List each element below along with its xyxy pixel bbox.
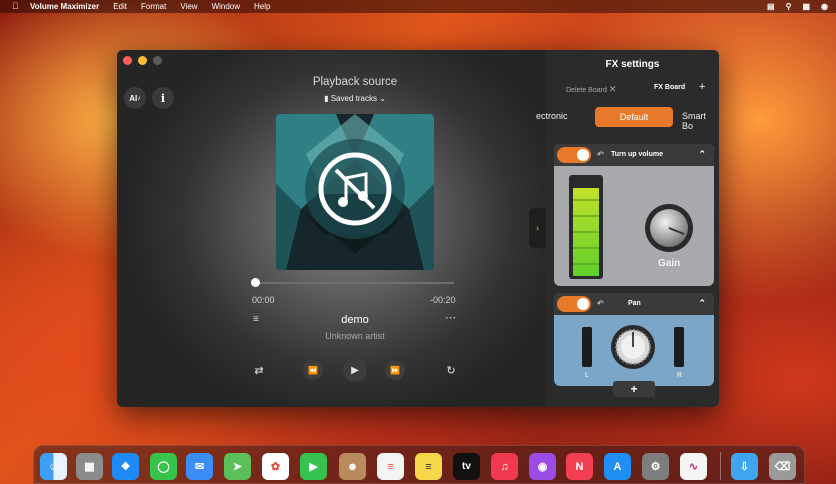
photos-icon[interactable]: ✿ — [262, 453, 289, 480]
track-title: demo — [341, 314, 369, 326]
zoom-window-button[interactable] — [153, 56, 162, 65]
system-settings-icon[interactable]: ⚙ — [642, 453, 669, 480]
facetime-icon[interactable]: ▶ — [300, 453, 327, 480]
downloads-icon[interactable]: ⇩ — [731, 453, 758, 480]
play-button[interactable]: ▶ — [343, 358, 367, 382]
volume-enable-toggle[interactable] — [557, 147, 591, 163]
fx-settings-panel: FX settings Delete Board ✕ FX Board + ec… — [536, 50, 719, 407]
chevron-up-icon[interactable]: ⌃ — [698, 298, 706, 309]
minimize-window-button[interactable] — [138, 56, 147, 65]
menu-bar:  Volume Maximizer Edit Format View Wind… — [0, 0, 836, 13]
pan-fx-card: ↶ Pan ⌃ L R — [554, 293, 714, 386]
pan-right-label: R — [677, 372, 683, 379]
volume-card-header: ↶ Turn up volume ⌃ — [554, 144, 714, 166]
volume-fx-card: ↶ Turn up volume ⌃ Gain — [554, 144, 714, 286]
menu-window[interactable]: Window — [212, 2, 240, 11]
board-tabs: Delete Board ✕ FX Board + — [546, 81, 719, 96]
menu-view[interactable]: View — [180, 2, 197, 11]
keyboard-status-icon[interactable]: ▤ — [767, 2, 775, 11]
time-remaining: -00:20 — [430, 295, 456, 305]
notes-icon[interactable]: ≡ — [415, 453, 442, 480]
contacts-icon[interactable]: ☻ — [339, 453, 366, 480]
reset-volume-icon[interactable]: ↶ — [597, 150, 604, 159]
dock-separator — [720, 452, 721, 480]
volume-card-label: Turn up volume — [611, 151, 663, 158]
preset-smart-board[interactable]: Smart Bo — [682, 111, 719, 131]
add-board-icon[interactable]: + — [699, 81, 705, 93]
pan-card-body — [582, 325, 684, 369]
siri-icon[interactable]: ◉ — [821, 2, 828, 11]
reset-pan-icon[interactable]: ↶ — [597, 299, 604, 308]
chevron-down-icon: ⌄ — [376, 94, 386, 103]
track-artist: Unknown artist — [325, 331, 385, 341]
chevron-right-icon: › — [535, 222, 540, 234]
playback-source-selector[interactable]: ▮ Saved tracks ⌄ — [117, 94, 593, 103]
source-label: Saved tracks — [330, 94, 377, 103]
document-icon: ▮ — [324, 94, 331, 103]
menu-app-name[interactable]: Volume Maximizer — [30, 2, 99, 11]
left-level-meter — [582, 327, 592, 367]
tv-icon[interactable]: tv — [453, 453, 480, 480]
control-center-icon[interactable]: ▦ — [802, 2, 810, 11]
music-icon[interactable]: ♫ — [491, 453, 518, 480]
messages-icon[interactable]: ◯ — [150, 453, 177, 480]
dock: ☺ ▦ ❖ ◯ ✉ ➤ ✿ ▶ ☻ ≡ ≡ tv ♫ ◉ N A ⚙ ∿ ⇩ ⌫ — [33, 445, 805, 484]
more-options-icon[interactable]: ⋯ — [445, 311, 456, 324]
reminders-icon[interactable]: ≡ — [377, 453, 404, 480]
repeat-icon[interactable]: ↻ — [444, 363, 458, 377]
close-icon[interactable]: ✕ — [609, 84, 617, 94]
trash-icon[interactable]: ⌫ — [769, 453, 796, 480]
right-level-meter — [674, 327, 684, 367]
collapse-panel-button[interactable]: › — [529, 208, 546, 248]
pan-left-label: L — [585, 372, 589, 379]
fast-forward-button[interactable]: ⏩ — [385, 360, 405, 380]
tab-delete-board[interactable]: Delete Board ✕ — [566, 84, 616, 95]
pan-enable-toggle[interactable] — [557, 296, 591, 312]
volume-maximizer-icon[interactable]: ∿ — [680, 453, 707, 480]
podcasts-icon[interactable]: ◉ — [529, 453, 556, 480]
launchpad-icon[interactable]: ▦ — [76, 453, 103, 480]
delete-board-label: Delete Board — [566, 87, 607, 94]
spotlight-search-icon[interactable]: ⚲ — [786, 2, 792, 11]
add-effect-button[interactable]: + — [613, 381, 655, 397]
player-pane: AI♪ i Playback source ▮ Saved tracks ⌄ — [117, 50, 546, 407]
pan-card-label: Pan — [628, 300, 641, 307]
time-elapsed: 00:00 — [252, 295, 275, 305]
apple-menu-icon[interactable]:  — [12, 2, 22, 11]
maps-icon[interactable]: ➤ — [224, 453, 251, 480]
artwork-graphic — [276, 114, 434, 270]
chevron-up-icon[interactable]: ⌃ — [698, 149, 706, 160]
menu-edit[interactable]: Edit — [113, 2, 127, 11]
finder-icon[interactable]: ☺ — [40, 453, 67, 480]
album-artwork — [276, 114, 434, 270]
pan-card-header: ↶ Pan ⌃ — [554, 293, 714, 315]
playback-progress-bar[interactable] — [254, 282, 454, 284]
preset-selector: ectronic Default Smart Bo — [536, 107, 719, 131]
preset-electronic[interactable]: ectronic — [536, 111, 568, 121]
playback-source-title: Playback source — [312, 76, 398, 88]
preset-default[interactable]: Default — [595, 107, 673, 127]
tv-label: tv — [462, 461, 471, 472]
tab-fx-board[interactable]: FX Board — [654, 84, 685, 91]
safari-icon[interactable]: ❖ — [112, 453, 139, 480]
fx-settings-title: FX settings — [605, 59, 660, 70]
app-store-icon[interactable]: A — [604, 453, 631, 480]
progress-knob[interactable] — [251, 278, 260, 287]
mail-icon[interactable]: ✉ — [186, 453, 213, 480]
rewind-button[interactable]: ⏪ — [303, 360, 323, 380]
menu-format[interactable]: Format — [141, 2, 166, 11]
menu-help[interactable]: Help — [254, 2, 270, 11]
gain-label: Gain — [658, 258, 681, 269]
close-window-button[interactable] — [123, 56, 132, 65]
volume-card-body — [569, 175, 693, 279]
app-window: AI♪ i Playback source ▮ Saved tracks ⌄ — [117, 50, 719, 407]
shuffle-icon[interactable]: ⇄ — [252, 363, 266, 377]
news-icon[interactable]: N — [566, 453, 593, 480]
